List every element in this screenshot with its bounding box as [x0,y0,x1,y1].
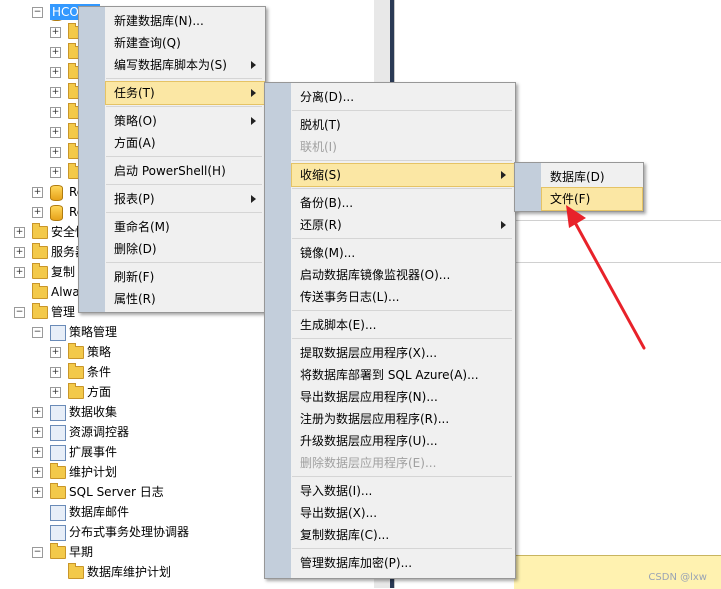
arrow-shaft [570,215,646,350]
annotation-arrow [566,205,646,350]
watermark: CSDN @lxw [648,572,707,583]
